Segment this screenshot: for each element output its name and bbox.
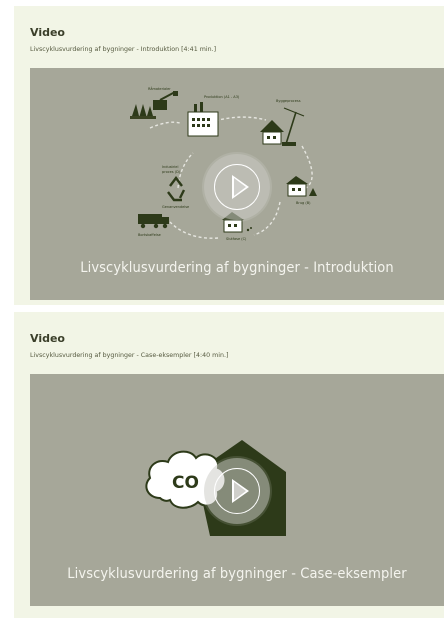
construction-icon <box>260 107 305 146</box>
svg-text:Råmaterialer: Råmaterialer <box>148 86 171 91</box>
svg-text:Brug (B): Brug (B) <box>296 201 311 205</box>
svg-text:Bortskaffelse: Bortskaffelse <box>138 233 161 237</box>
truck-icon <box>138 214 169 229</box>
svg-text:Byggeprocess: Byggeprocess <box>276 99 301 103</box>
svg-text:proces (D): proces (D) <box>162 170 181 174</box>
video-player-introduction[interactable]: Råmaterialer Produktion (A1 - A3) Byggep… <box>30 68 444 300</box>
video-card-case-examples: Video Livscyklusvurdering af bygninger -… <box>14 312 444 618</box>
video-player-title: Livscyklusvurdering af bygninger - Intro… <box>80 260 394 276</box>
play-button[interactable] <box>204 458 270 524</box>
recycle-icon <box>167 176 186 202</box>
co2-text: CO <box>172 473 199 493</box>
video-card-introduction: Video Livscyklusvurdering af bygninger -… <box>14 6 444 305</box>
video-page: Video Livscyklusvurdering af bygninger -… <box>0 0 444 620</box>
video-description: Livscyklusvurdering af bygninger - Intro… <box>30 46 217 53</box>
video-player-title: Livscyklusvurdering af bygninger - Case-… <box>67 566 407 582</box>
video-description: Livscyklusvurdering af bygninger - Case-… <box>30 352 229 359</box>
play-button[interactable] <box>204 154 270 220</box>
svg-text:Slutfase (C): Slutfase (C) <box>226 237 247 241</box>
factory-icon <box>187 102 219 137</box>
video-heading: Video <box>30 26 65 39</box>
video-heading: Video <box>30 332 65 345</box>
svg-text:Industriel: Industriel <box>162 165 178 169</box>
svg-text:Genanvendelse: Genanvendelse <box>162 205 189 209</box>
svg-text:Produktion (A1 - A3): Produktion (A1 - A3) <box>204 95 240 99</box>
video-player-case-examples[interactable]: CO Livscyklusvurdering af bygninger - Ca… <box>30 374 444 606</box>
extraction-icon <box>130 91 178 119</box>
